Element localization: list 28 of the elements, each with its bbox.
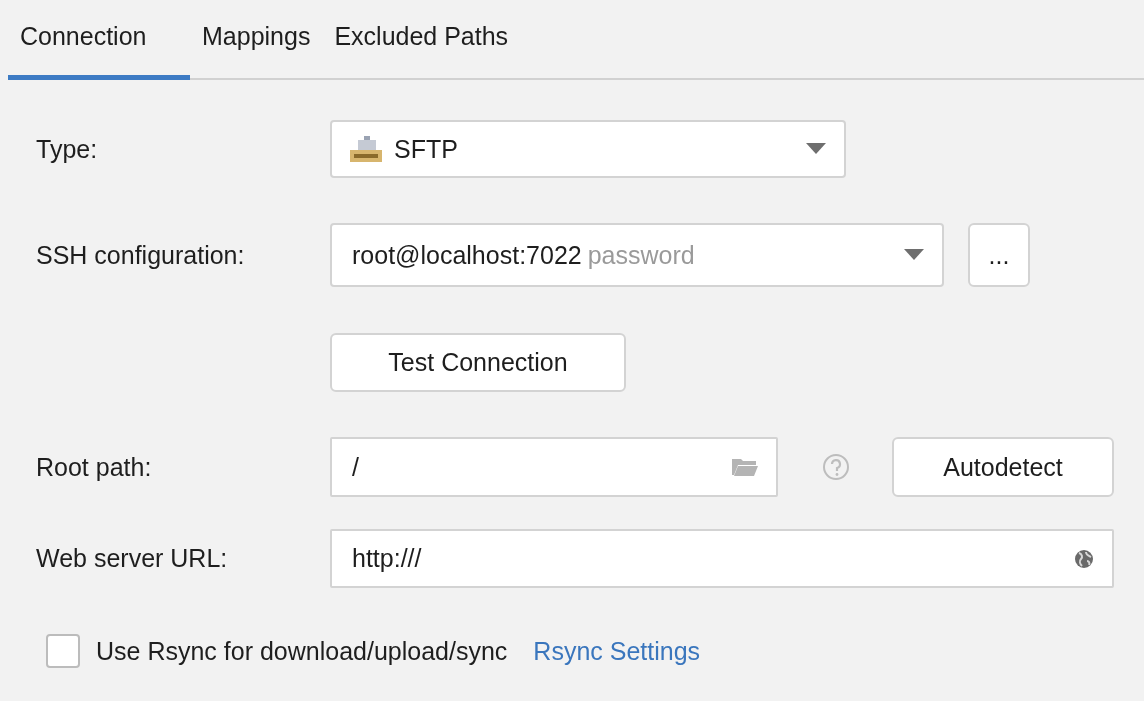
dropdown-value: SFTP <box>394 134 458 164</box>
autodetect-button[interactable]: Autodetect <box>892 437 1114 497</box>
sftp-icon <box>348 134 384 164</box>
dropdown-value: root@localhost:7022 <box>352 240 582 270</box>
browse-button[interactable]: ... <box>968 223 1030 287</box>
help-icon[interactable] <box>822 453 850 481</box>
folder-icon[interactable] <box>732 457 758 477</box>
tab[interactable]: Excluded Paths <box>322 0 521 80</box>
rsync-settings-link[interactable]: Rsync Settings <box>533 636 701 666</box>
field-label: Root path: <box>36 452 153 482</box>
tab[interactable]: Mappings <box>190 0 323 80</box>
caret-icon <box>904 249 924 261</box>
tab[interactable]: Connection <box>8 0 190 80</box>
field-label: Type: <box>36 134 99 164</box>
checkbox-label[interactable]: Use Rsync for download/upload/sync <box>96 636 508 666</box>
ssh-config-dropdown[interactable]: root@localhost:7022 password <box>330 223 944 287</box>
globe-icon[interactable] <box>1074 548 1094 569</box>
checkbox[interactable] <box>46 634 80 668</box>
type-dropdown[interactable]: SFTP <box>330 120 846 178</box>
field-value: http:/// <box>352 544 422 573</box>
field-value: / <box>352 452 359 482</box>
field-label: SSH configuration: <box>36 240 246 270</box>
web-url-field[interactable]: http:/// <box>330 529 1114 588</box>
root-path-field[interactable]: / <box>330 437 778 497</box>
auth-hint: password <box>587 240 695 270</box>
test-connection-button[interactable]: Test Connection <box>330 333 626 392</box>
caret-icon <box>806 143 826 155</box>
field-label: Web server URL: <box>36 544 229 573</box>
